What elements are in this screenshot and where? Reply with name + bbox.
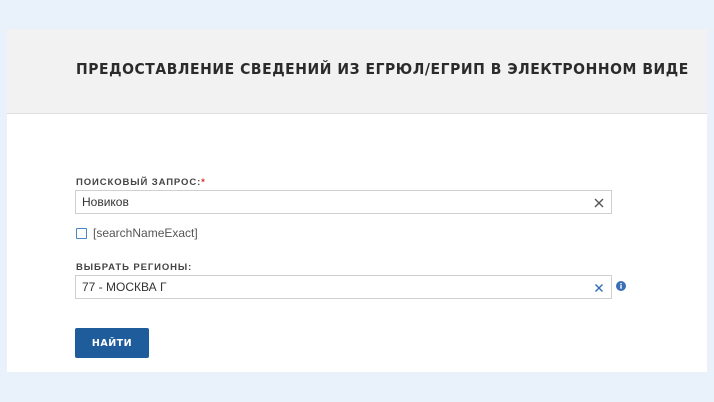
region-select[interactable] [75,275,612,299]
search-submit-button[interactable]: НАЙТИ [75,328,149,358]
exact-match-row: [searchNameExact] [76,226,198,240]
exact-match-label[interactable]: [searchNameExact] [93,226,198,240]
search-query-label: ПОИСКОВЫЙ ЗАПРОС:* [76,177,206,188]
close-icon [594,198,604,208]
search-query-input[interactable] [82,191,582,213]
search-clear-button[interactable] [593,196,605,208]
exact-match-checkbox[interactable] [76,227,87,239]
search-query-field[interactable] [75,190,612,214]
region-label: ВЫБРАТЬ РЕГИОНЫ: [76,262,193,273]
info-icon [616,281,626,291]
region-info-button[interactable] [616,278,626,291]
card-header: ПРЕДОСТАВЛЕНИЕ СВЕДЕНИЙ ИЗ ЕГРЮЛ/ЕГРИП В… [7,29,707,114]
close-icon [595,284,603,292]
search-form-card: ПРЕДОСТАВЛЕНИЕ СВЕДЕНИЙ ИЗ ЕГРЮЛ/ЕГРИП В… [7,29,707,372]
search-query-label-text: ПОИСКОВЫЙ ЗАПРОС: [76,177,202,188]
page: ПРЕДОСТАВЛЕНИЕ СВЕДЕНИЙ ИЗ ЕГРЮЛ/ЕГРИП В… [0,0,714,402]
region-clear-button[interactable] [593,281,605,293]
required-mark: * [201,177,206,188]
page-title: ПРЕДОСТАВЛЕНИЕ СВЕДЕНИЙ ИЗ ЕГРЮЛ/ЕГРИП В… [76,60,689,78]
region-selected-value[interactable] [82,276,582,298]
